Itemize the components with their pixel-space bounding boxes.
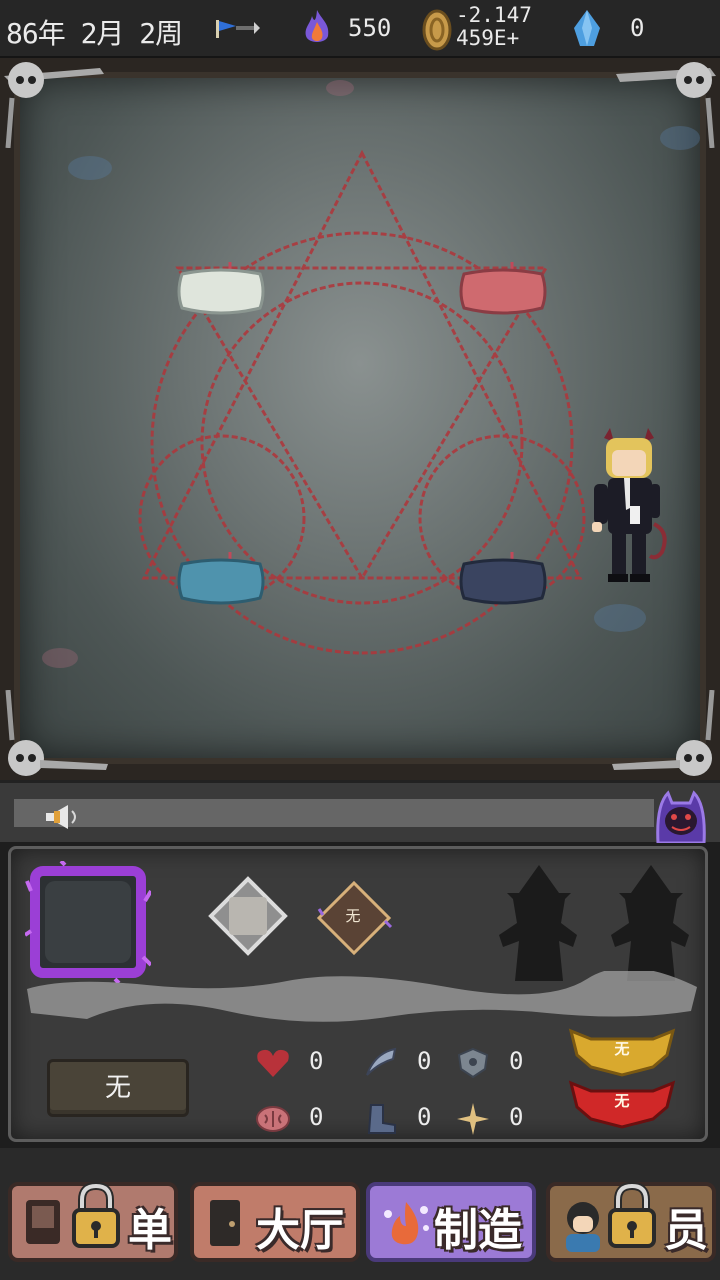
summoning-circle — [42, 80, 700, 668]
pillow-top-left[interactable] — [176, 262, 266, 320]
equipment-slot-shield-icon[interactable] — [207, 875, 289, 957]
nav-tab-lobby-label: 大厅 — [256, 1205, 344, 1256]
nav-tab-craft-label: 制造 — [434, 1205, 522, 1256]
megaphone-icon[interactable] — [42, 803, 82, 831]
claw-icon — [366, 1047, 397, 1076]
red-rank-badge[interactable]: 无 — [567, 1077, 677, 1131]
locked-character-silhouette-1 — [499, 865, 577, 981]
nav-tab-1-label: 单 — [128, 1205, 172, 1256]
fire-value: 550 — [348, 14, 392, 42]
item-slot-label: 无 — [345, 907, 361, 925]
gold-value-line2: 459E+ — [456, 26, 520, 50]
door-icon — [210, 1200, 240, 1246]
skull-ornament-top-right — [616, 62, 716, 148]
staff-portrait-icon — [566, 1202, 600, 1252]
bottom-navigation: 单 大厅 制造 员 — [0, 1148, 720, 1280]
gem-value: 0 — [630, 14, 645, 42]
boot-icon — [367, 1104, 396, 1134]
pillow-bottom-left[interactable] — [176, 552, 266, 610]
brain-icon — [256, 1106, 290, 1132]
fire-paw-icon — [384, 1202, 429, 1245]
stat-shield: 0 — [455, 1043, 545, 1083]
stat-sparkle-value: 0 — [509, 1103, 524, 1131]
stat-heart-value: 0 — [309, 1047, 324, 1075]
status-bar: 86年 2月 2周 550 -2.147 459E+ 0 — [0, 0, 720, 58]
sparkle-icon — [457, 1103, 489, 1135]
character-portrait-slot[interactable] — [25, 861, 151, 983]
nav-tab-1[interactable]: 单 — [8, 1182, 178, 1262]
pillow-bottom-right[interactable] — [458, 552, 548, 610]
red-badge-label: 无 — [614, 1092, 630, 1110]
stat-claw-value: 0 — [417, 1047, 432, 1075]
phone-icon — [26, 1200, 60, 1244]
skull-ornament-bottom-left — [5, 690, 108, 776]
character-name-button[interactable]: 无 — [47, 1059, 189, 1117]
nav-tab-craft[interactable]: 制造 — [366, 1182, 536, 1262]
stat-brain-value: 0 — [309, 1103, 324, 1131]
stat-boot-value: 0 — [417, 1103, 432, 1131]
gem-icon — [574, 10, 600, 46]
stat-boot: 0 — [363, 1099, 453, 1139]
demon-butler-character[interactable] — [590, 428, 672, 584]
stat-heart: 0 — [255, 1043, 345, 1083]
ritual-room — [0, 58, 720, 780]
locked-character-silhouette-2 — [611, 865, 689, 981]
skull-ornament-top-left — [4, 62, 104, 148]
lock-icon — [72, 1182, 120, 1248]
announcement-band — [14, 799, 654, 827]
description-band — [27, 971, 697, 1022]
imp-mascot-icon[interactable] — [650, 785, 712, 843]
nav-tab-lobby[interactable]: 大厅 — [190, 1182, 360, 1262]
gold-badge-label: 无 — [614, 1040, 630, 1058]
lock-icon — [608, 1182, 656, 1248]
nav-tab-4-label: 员 — [664, 1205, 708, 1256]
shield-icon — [457, 1047, 489, 1079]
stat-brain: 0 — [255, 1099, 345, 1139]
game-date: 86年 2月 2周 — [6, 17, 183, 50]
flag-icon[interactable] — [214, 18, 262, 40]
nav-tab-4[interactable]: 员 — [546, 1182, 716, 1262]
pillow-top-right[interactable] — [458, 262, 548, 320]
heart-icon — [257, 1049, 289, 1077]
skull-ornament-bottom-right — [612, 690, 715, 776]
summon-info-panel: 无 无 0 0 0 0 0 0 无 无 — [8, 846, 708, 1142]
stat-sparkle: 0 — [455, 1099, 545, 1139]
stat-claw: 0 — [363, 1043, 453, 1083]
coin-icon — [422, 9, 452, 51]
gold-rank-badge[interactable]: 无 — [567, 1025, 677, 1079]
gold-value-line1: -2.147 — [456, 3, 532, 27]
announcement-strip — [0, 780, 720, 843]
fire-icon — [305, 10, 329, 42]
stat-shield-value: 0 — [509, 1047, 524, 1075]
